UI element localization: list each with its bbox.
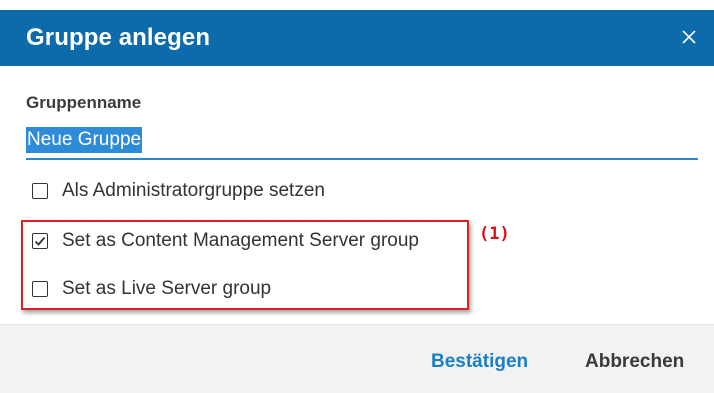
group-name-value: Neue Gruppe bbox=[26, 127, 143, 153]
dialog-header: Gruppe anlegen bbox=[0, 10, 714, 66]
create-group-dialog: Gruppe anlegen Gruppenname Neue Gruppe A… bbox=[0, 0, 714, 393]
close-button[interactable] bbox=[676, 24, 702, 50]
admin-group-checkbox[interactable]: Als Administratorgruppe setzen bbox=[32, 178, 325, 204]
dialog-footer: Bestätigen Abbrechen bbox=[0, 324, 714, 393]
annotation-highlight-box bbox=[21, 220, 469, 310]
confirm-button[interactable]: Bestätigen bbox=[431, 351, 528, 373]
checkbox-unchecked-icon bbox=[32, 183, 48, 199]
cancel-button[interactable]: Abbrechen bbox=[585, 351, 684, 373]
admin-group-label: Als Administratorgruppe setzen bbox=[62, 180, 325, 201]
group-name-label: Gruppenname bbox=[26, 93, 142, 112]
close-icon bbox=[682, 30, 696, 44]
annotation-label: (1) bbox=[479, 224, 510, 244]
dialog-title: Gruppe anlegen bbox=[26, 24, 211, 51]
group-name-input[interactable]: Neue Gruppe bbox=[26, 124, 698, 160]
